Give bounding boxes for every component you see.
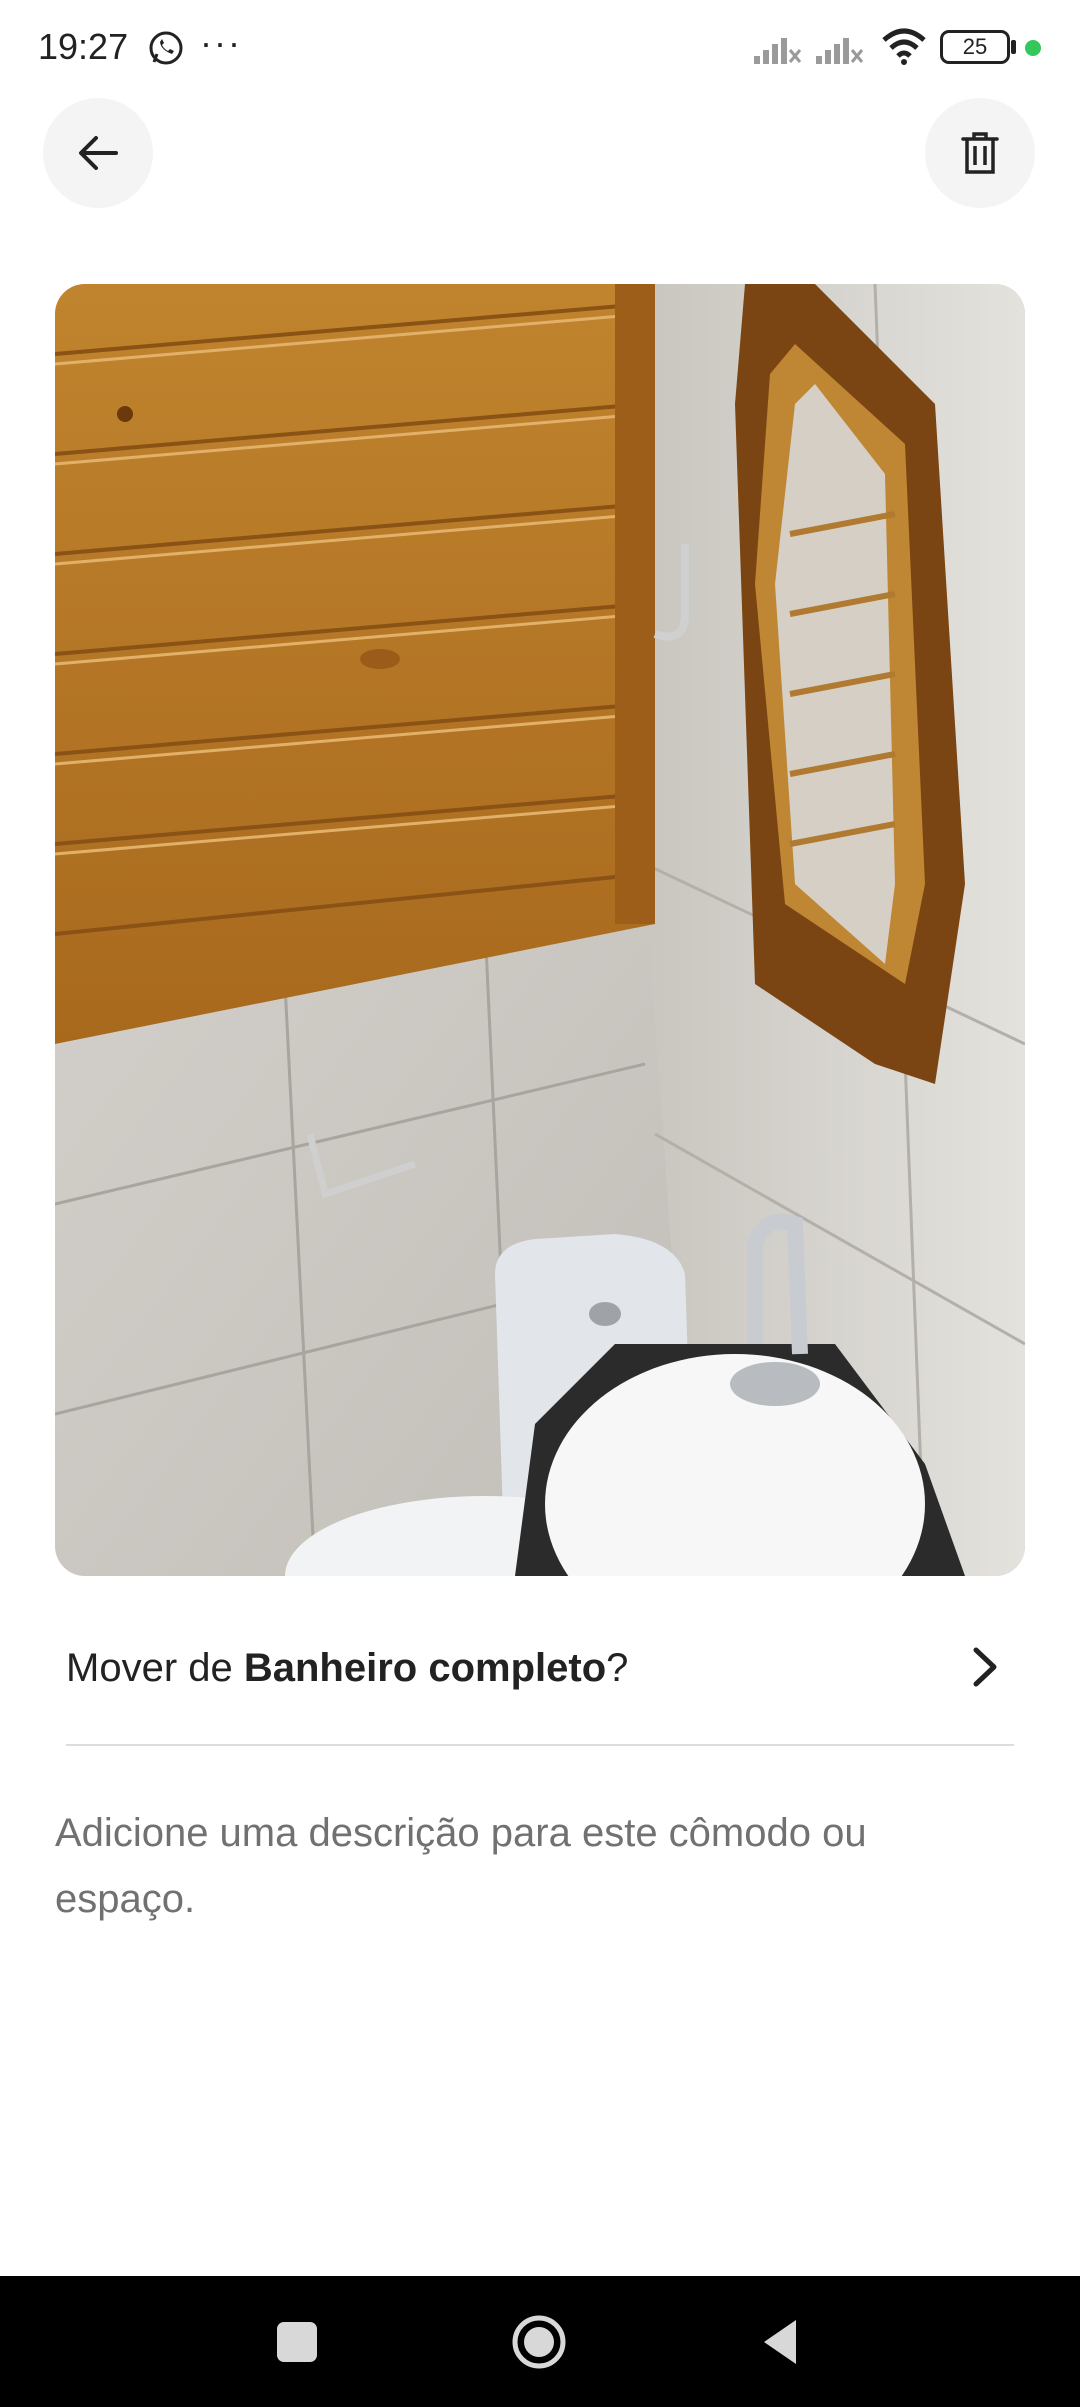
whatsapp-icon <box>149 31 183 65</box>
privacy-indicator-dot <box>1025 40 1041 56</box>
home-button[interactable] <box>511 2314 567 2370</box>
status-time: 19:27 <box>38 26 129 67</box>
wifi-icon <box>882 28 926 65</box>
battery-tip <box>1011 40 1016 54</box>
room-name: Banheiro completo <box>243 1646 607 1690</box>
status-bar: 19:27 ··· 25 <box>0 0 1080 96</box>
recents-button[interactable] <box>277 2322 317 2362</box>
room-photo[interactable] <box>55 284 1025 1576</box>
move-suffix: ? <box>606 1646 629 1690</box>
more-notifications-icon: ··· <box>200 22 242 63</box>
move-room-row[interactable]: Mover de Banheiro completo? <box>66 1620 1014 1746</box>
delete-button[interactable] <box>925 98 1035 208</box>
battery-level: 25 <box>962 34 988 59</box>
signal-icon <box>816 38 864 64</box>
back-button[interactable] <box>43 98 153 208</box>
signal-icon <box>754 38 802 64</box>
trash-icon <box>961 132 999 174</box>
arrow-left-icon <box>79 136 118 170</box>
bathroom-photo <box>55 284 1025 1576</box>
back-nav-button[interactable] <box>760 2318 800 2366</box>
description-input[interactable]: Adicione uma descrição para este cômodo … <box>55 1800 1015 1932</box>
system-nav-bar <box>0 2276 1080 2407</box>
battery-icon: 25 <box>940 30 1010 64</box>
chevron-right-icon <box>973 1647 997 1687</box>
move-prefix: Mover de <box>66 1646 244 1690</box>
move-room-text: Mover de Banheiro completo? <box>66 1646 628 1691</box>
